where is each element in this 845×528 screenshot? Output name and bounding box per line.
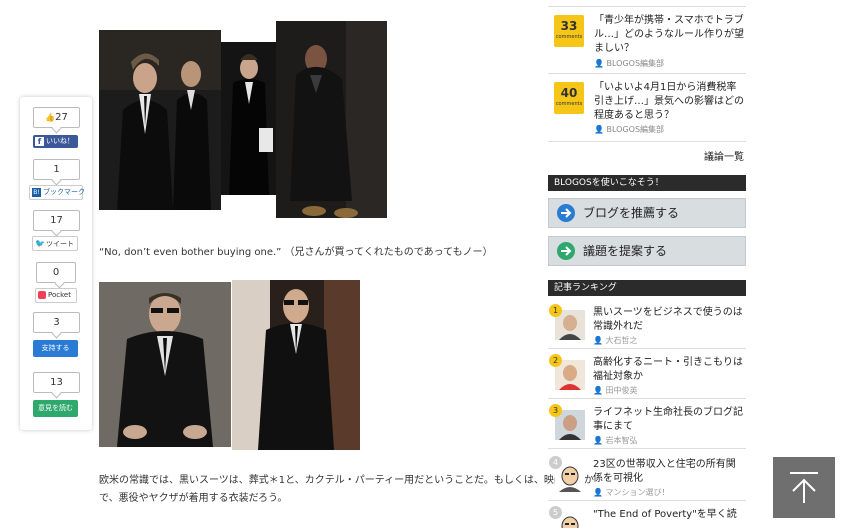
pocket-button[interactable]: Pocket (35, 288, 77, 303)
divider (548, 6, 746, 7)
ranking-title[interactable]: 黒いスーツをビジネスで使うのは常識外れだ (593, 306, 743, 334)
facebook-icon: f (35, 137, 44, 146)
user-icon: 👤 (593, 436, 606, 445)
divider (548, 141, 746, 142)
photo-man-sunglasses (232, 280, 360, 450)
read-opinions-button[interactable]: 意見を読む (33, 400, 78, 417)
arrow-right-icon (557, 242, 575, 260)
ranking-item[interactable]: 2 高齢化するニート・引きこもりは福祉対象か 👤 田中俊英 (548, 352, 746, 402)
rank-badge: 4 (549, 456, 562, 469)
pocket-icon (38, 291, 46, 299)
ranking-title[interactable]: ライフネット生命社長のブログ記事にまて (593, 406, 743, 434)
divider (548, 348, 746, 349)
ranking-author: 👤 岩本智弘 (593, 436, 638, 445)
user-icon: 👤 (594, 59, 607, 68)
article-body-line-1: 欧米の常識では、黒いスーツは、葬式＊1と、カクテル・パーティー用だということだ。… (99, 475, 594, 486)
comment-topic-item[interactable]: 40 comments 「いよいよ4月1日から消費税率引き上げ…」景気への影響は… (548, 77, 746, 139)
ranking-title[interactable]: 高齢化するニート・引きこもりは福祉対象か (593, 356, 743, 384)
ranking-item[interactable]: 1 黒いスーツをビジネスで使うのは常識外れだ 👤 大石哲之 (548, 302, 746, 352)
comment-topic-item[interactable]: 33 comments 「青少年が携帯・スマホでトラブル…」どのようなルール作り… (548, 10, 746, 72)
hatena-bookmark-button[interactable]: B! ブックマーク (29, 185, 85, 200)
divider (548, 448, 746, 449)
article-body-line-2: で、悪役やヤクザが着用する衣装だろう。 (99, 493, 288, 504)
photo-agent-smith (99, 282, 231, 447)
facebook-like-button[interactable]: f いいね！ (33, 135, 78, 148)
ranking-author: 👤 マンション選び！ (593, 488, 670, 497)
opinion-count: 13 (33, 372, 80, 393)
comment-count-badge: 40 comments (554, 82, 584, 114)
ranking-author: 👤 大石哲之 (593, 336, 638, 345)
support-button[interactable]: 支持する (33, 340, 78, 357)
comment-topic-title[interactable]: 「青少年が携帯・スマホでトラブル…」どのようなルール作りが望ましい？ (594, 14, 744, 56)
tweet-button[interactable]: 🐦ツイート (32, 236, 78, 251)
support-count: 3 (33, 312, 80, 333)
divider (548, 73, 746, 74)
use-blogos-header: BLOGOSを使いこなそう！ (548, 175, 746, 191)
comment-topic-author: 👤 BLOGOS編集部 (594, 59, 665, 68)
thumbs-up-icon: 👍 (45, 113, 56, 122)
ranking-header: 記事ランキング (548, 280, 746, 296)
ranking-title[interactable]: "The End of Poverty"を早く読 (593, 508, 743, 522)
ranking-item[interactable]: 5 "The End of Poverty"を早く読 (548, 504, 746, 528)
hatena-count: 1 (33, 159, 80, 180)
hatena-icon: B! (32, 188, 41, 197)
pocket-count: 0 (36, 262, 76, 283)
user-icon: 👤 (594, 125, 607, 134)
article-body: 欧米の常識では、黒いスーツは、葬式＊1と、カクテル・パーティー用だということだ。… (99, 472, 594, 508)
back-to-top-button[interactable] (773, 457, 835, 518)
photo-man-black-suit-2 (221, 42, 276, 195)
photo-man-black-suit-3 (276, 21, 387, 218)
rank-badge: 3 (549, 404, 562, 417)
photo-man-black-suit-1 (99, 30, 221, 210)
comment-count-badge: 33 comments (554, 15, 584, 47)
ranking-item[interactable]: 3 ライフネット生命社長のブログ記事にまて 👤 岩本智弘 (548, 402, 746, 452)
arrow-right-icon (557, 204, 575, 222)
rank-badge: 5 (549, 506, 562, 519)
comment-topic-author: 👤 BLOGOS編集部 (594, 125, 665, 134)
recommend-blog-button[interactable]: ブログを推薦する (548, 198, 746, 228)
twitter-bird-icon: 🐦 (35, 239, 45, 248)
arrow-up-icon (790, 472, 818, 503)
ranking-author: 👤 田中俊英 (593, 386, 638, 395)
ranking-title[interactable]: 23区の世帯収入と住宅の所有関係を可視化 (593, 458, 743, 486)
rank-badge: 1 (549, 304, 562, 317)
article-quote: “No, don’t even bother buying one.” （兄さん… (99, 247, 493, 258)
user-icon: 👤 (593, 336, 606, 345)
twitter-count: 17 (33, 210, 80, 231)
discussion-list-link[interactable]: 議論一覧 (704, 148, 744, 163)
share-panel: 👍27 f いいね！ 1 B! ブックマーク 17 🐦ツイート 0 Pocket 3… (20, 97, 92, 430)
propose-topic-button[interactable]: 議題を提案する (548, 236, 746, 266)
ranking-item[interactable]: 4 23区の世帯収入と住宅の所有関係を可視化 👤 マンション選び！ (548, 454, 746, 504)
comment-topic-title[interactable]: 「いよいよ4月1日から消費税率引き上げ…」景気への影響はどの程度あると思う？ (594, 81, 744, 123)
user-icon: 👤 (593, 386, 606, 395)
rank-badge: 2 (549, 354, 562, 367)
divider (548, 500, 746, 501)
facebook-count: 👍27 (33, 107, 80, 128)
user-icon: 👤 (593, 488, 606, 497)
divider (548, 398, 746, 399)
